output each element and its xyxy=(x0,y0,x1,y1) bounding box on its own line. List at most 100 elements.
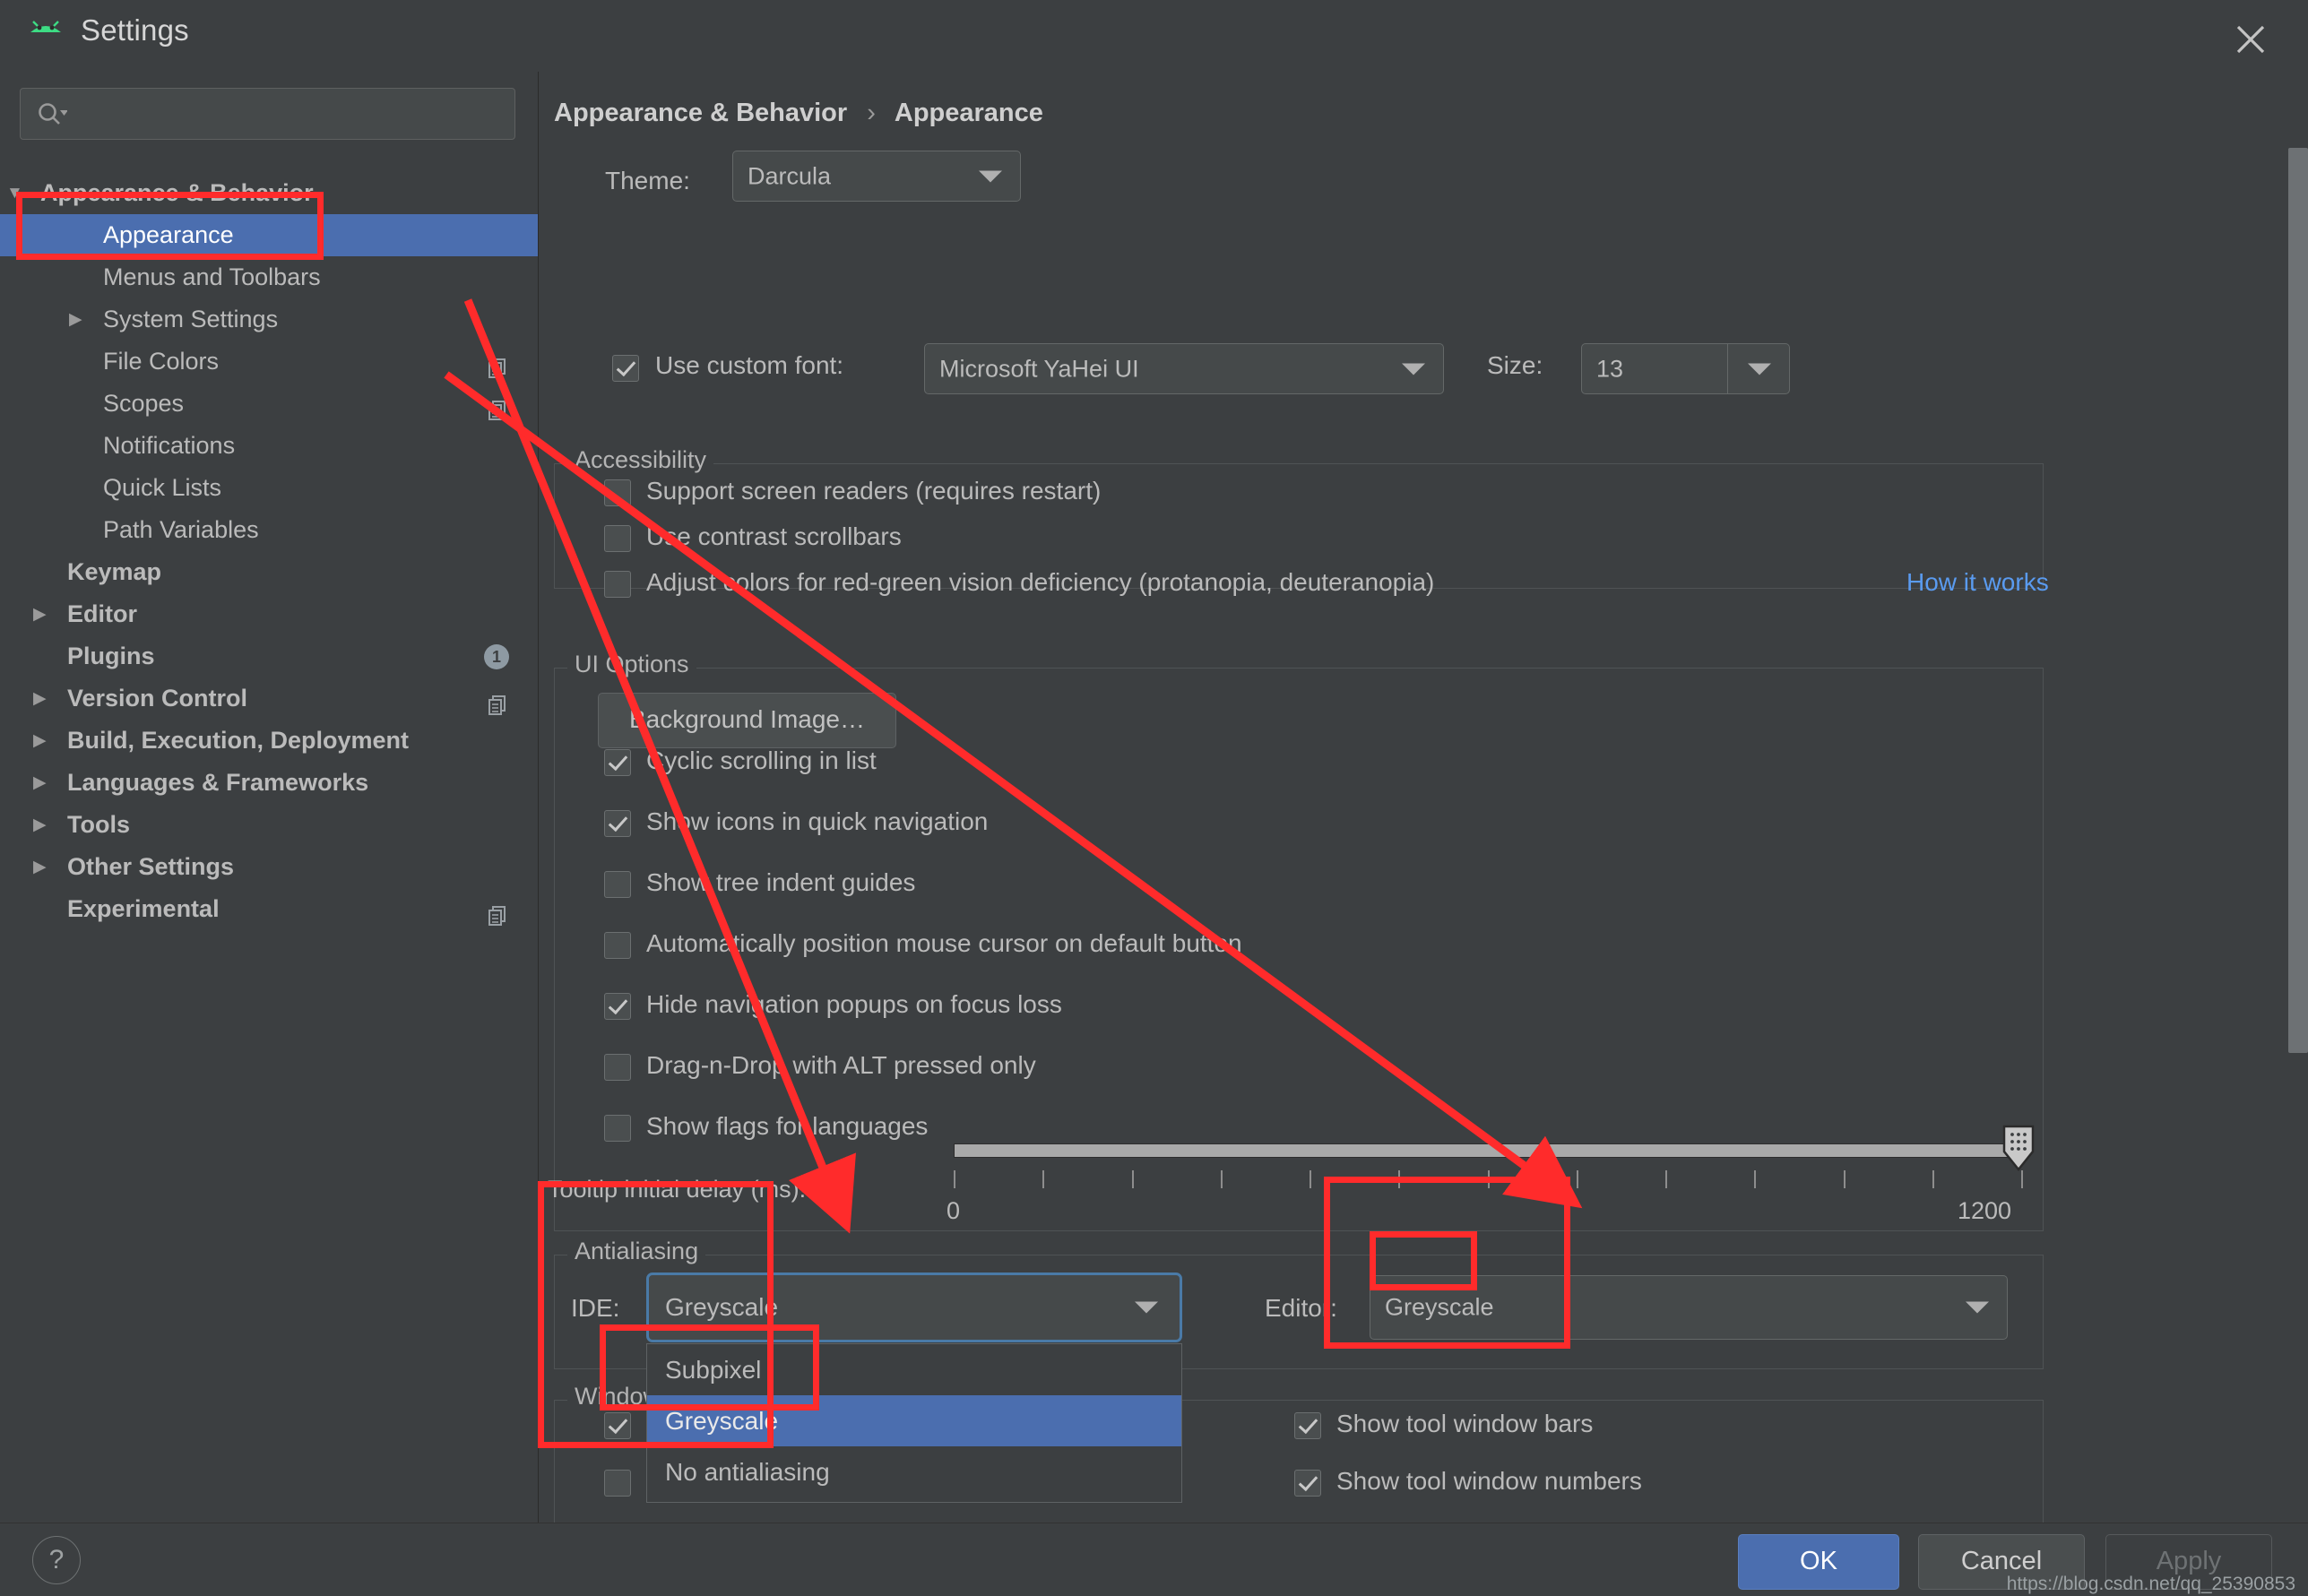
support-screen-readers-label: Support screen readers (requires restart… xyxy=(646,477,1102,505)
hide-nav-popups-checkbox[interactable] xyxy=(604,993,631,1020)
slider-tick xyxy=(1754,1170,1757,1188)
chevron-right-icon[interactable]: ▶ xyxy=(33,846,47,888)
editor-antialiasing-label: Editor: xyxy=(1265,1294,1337,1322)
title-bar: Settings xyxy=(0,0,2308,73)
ui-options-group-title: UI Options xyxy=(567,651,696,678)
chevron-right-icon[interactable]: ▶ xyxy=(33,762,47,804)
use-custom-font-checkbox[interactable] xyxy=(612,355,639,382)
use-contrast-scrollbars-checkbox[interactable] xyxy=(604,525,631,552)
chevron-right-icon[interactable]: ▶ xyxy=(33,677,47,720)
support-screen-readers-checkbox[interactable] xyxy=(604,479,631,506)
show-tool-window-numbers-checkbox[interactable] xyxy=(1294,1470,1321,1497)
sidebar-item-label: Build, Execution, Deployment xyxy=(67,727,410,754)
use-custom-font-label: Use custom font: xyxy=(655,351,844,379)
breadcrumb-parent[interactable]: Appearance & Behavior xyxy=(554,99,847,127)
sidebar-item-path-variables[interactable]: Path Variables xyxy=(0,509,538,551)
android-logo-icon xyxy=(27,20,65,50)
dropdown-option-subpixel[interactable]: Subpixel xyxy=(647,1344,1181,1395)
sidebar-item-menus-and-toolbars[interactable]: Menus and Toolbars xyxy=(0,256,538,298)
auto-position-cursor-checkbox[interactable] xyxy=(604,932,631,959)
ok-button[interactable]: OK xyxy=(1738,1534,1899,1590)
use-contrast-scrollbars-label: Use contrast scrollbars xyxy=(646,522,902,550)
how-it-works-link[interactable]: How it works xyxy=(1906,568,2049,597)
chevron-down-icon[interactable]: ▼ xyxy=(6,172,23,214)
sidebar-item-label: Appearance xyxy=(103,221,234,248)
tooltip-delay-slider-track[interactable] xyxy=(954,1143,2023,1158)
sidebar-item-scopes[interactable]: Scopes xyxy=(0,383,538,425)
window-title: Settings xyxy=(81,13,189,47)
sidebar-item-label: System Settings xyxy=(103,306,279,332)
hide-nav-popups-label: Hide navigation popups on focus loss xyxy=(646,990,1062,1018)
antialiasing-dropdown-popup[interactable]: Subpixel Greyscale No antialiasing xyxy=(646,1343,1182,1503)
breadcrumb: Appearance & Behavior › Appearance xyxy=(554,99,1043,128)
adjust-colors-checkbox[interactable] xyxy=(604,571,631,598)
slider-tick xyxy=(1131,1170,1134,1188)
sidebar-item-version-control[interactable]: ▶ Version Control xyxy=(0,677,538,720)
cyclic-scrolling-checkbox[interactable] xyxy=(604,749,631,776)
custom-font-select[interactable]: Microsoft YaHei UI xyxy=(924,343,1444,394)
sidebar-item-label: Notifications xyxy=(103,432,236,459)
sidebar-item-appearance-behavior[interactable]: ▼ Appearance & Behavior xyxy=(0,172,538,214)
tooltip-delay-slider-thumb[interactable] xyxy=(2001,1125,2036,1178)
show-memory-indicator-checkbox[interactable] xyxy=(604,1470,631,1497)
search-box[interactable] xyxy=(20,88,515,141)
background-image-button[interactable]: Background Image… xyxy=(598,693,896,748)
close-icon[interactable] xyxy=(2227,16,2274,63)
sidebar-item-editor[interactable]: ▶ Editor xyxy=(0,593,538,635)
sidebar-item-experimental[interactable]: Experimental xyxy=(0,888,538,930)
sidebar-item-label: Editor xyxy=(67,600,137,627)
show-tree-indent-guides-checkbox[interactable] xyxy=(604,871,631,898)
plugins-update-badge: 1 xyxy=(484,644,509,669)
search-input[interactable] xyxy=(83,89,508,141)
help-button[interactable]: ? xyxy=(32,1536,81,1584)
tooltip-delay-label: Tooltip initial delay (ms): xyxy=(548,1176,807,1203)
chevron-down-icon xyxy=(1135,1301,1158,1314)
ide-antialiasing-value: Greyscale xyxy=(665,1293,779,1321)
drag-n-drop-alt-checkbox[interactable] xyxy=(604,1054,631,1081)
vertical-scrollbar[interactable] xyxy=(2288,148,2308,1053)
dropdown-option-no-antialiasing[interactable]: No antialiasing xyxy=(647,1446,1181,1497)
sidebar-item-label: Appearance & Behavior xyxy=(40,179,314,206)
sidebar-item-plugins[interactable]: Plugins 1 xyxy=(0,635,538,677)
sidebar-item-file-colors[interactable]: File Colors xyxy=(0,341,538,383)
sidebar-item-notifications[interactable]: Notifications xyxy=(0,425,538,467)
sidebar-item-label: Experimental xyxy=(67,895,220,922)
sidebar-item-keymap[interactable]: Keymap xyxy=(0,551,538,593)
ide-antialiasing-select[interactable]: Greyscale xyxy=(646,1272,1182,1342)
show-icons-quick-nav-checkbox[interactable] xyxy=(604,810,631,837)
dropdown-option-greyscale[interactable]: Greyscale xyxy=(647,1395,1181,1446)
settings-dialog: Settings ▼ Appearance & Behavior Appearanc… xyxy=(0,0,2308,1596)
sidebar-item-system-settings[interactable]: ▶ System Settings xyxy=(0,298,538,341)
sidebar-item-tools[interactable]: ▶ Tools xyxy=(0,804,538,846)
sidebar-item-label: Path Variables xyxy=(103,516,259,543)
tooltip-delay-min-label: 0 xyxy=(947,1197,961,1224)
sidebar-item-languages-frameworks[interactable]: ▶ Languages & Frameworks xyxy=(0,762,538,804)
slider-tick xyxy=(1932,1170,1934,1188)
sidebar-item-label: Scopes xyxy=(103,390,185,417)
sidebar-item-other-settings[interactable]: ▶ Other Settings xyxy=(0,846,538,888)
chevron-right-icon[interactable]: ▶ xyxy=(33,804,47,846)
slider-tick xyxy=(1665,1170,1667,1188)
tooltip-delay-max-label: 1200 xyxy=(1958,1197,2012,1224)
chevron-down-icon xyxy=(1748,363,1771,375)
antialiasing-group-title: Antialiasing xyxy=(567,1238,706,1265)
sidebar-item-quick-lists[interactable]: Quick Lists xyxy=(0,467,538,509)
chevron-right-icon[interactable]: ▶ xyxy=(33,720,47,762)
search-icon xyxy=(37,101,68,133)
slider-tick xyxy=(1042,1170,1045,1188)
chevron-right-icon[interactable]: ▶ xyxy=(33,593,47,635)
show-flags-languages-checkbox[interactable] xyxy=(604,1115,631,1142)
font-size-select[interactable]: 13 xyxy=(1581,343,1790,394)
animate-windows-checkbox[interactable] xyxy=(604,1412,631,1439)
breadcrumb-separator: › xyxy=(867,99,876,127)
theme-select[interactable]: Darcula xyxy=(732,151,1021,202)
copy-settings-icon[interactable] xyxy=(488,900,511,942)
sidebar-item-appearance[interactable]: Appearance xyxy=(0,214,538,256)
chevron-right-icon[interactable]: ▶ xyxy=(69,298,82,341)
show-tool-window-bars-checkbox[interactable] xyxy=(1294,1412,1321,1439)
custom-font-select-value: Microsoft YaHei UI xyxy=(939,355,1139,382)
sidebar-item-build-execution-deployment[interactable]: ▶ Build, Execution, Deployment xyxy=(0,720,538,762)
watermark-url: https://blog.csdn.net/qq_25390853 xyxy=(2006,1574,2295,1594)
editor-antialiasing-select[interactable]: Greyscale xyxy=(1370,1275,2008,1340)
chevron-down-icon xyxy=(1402,363,1425,375)
